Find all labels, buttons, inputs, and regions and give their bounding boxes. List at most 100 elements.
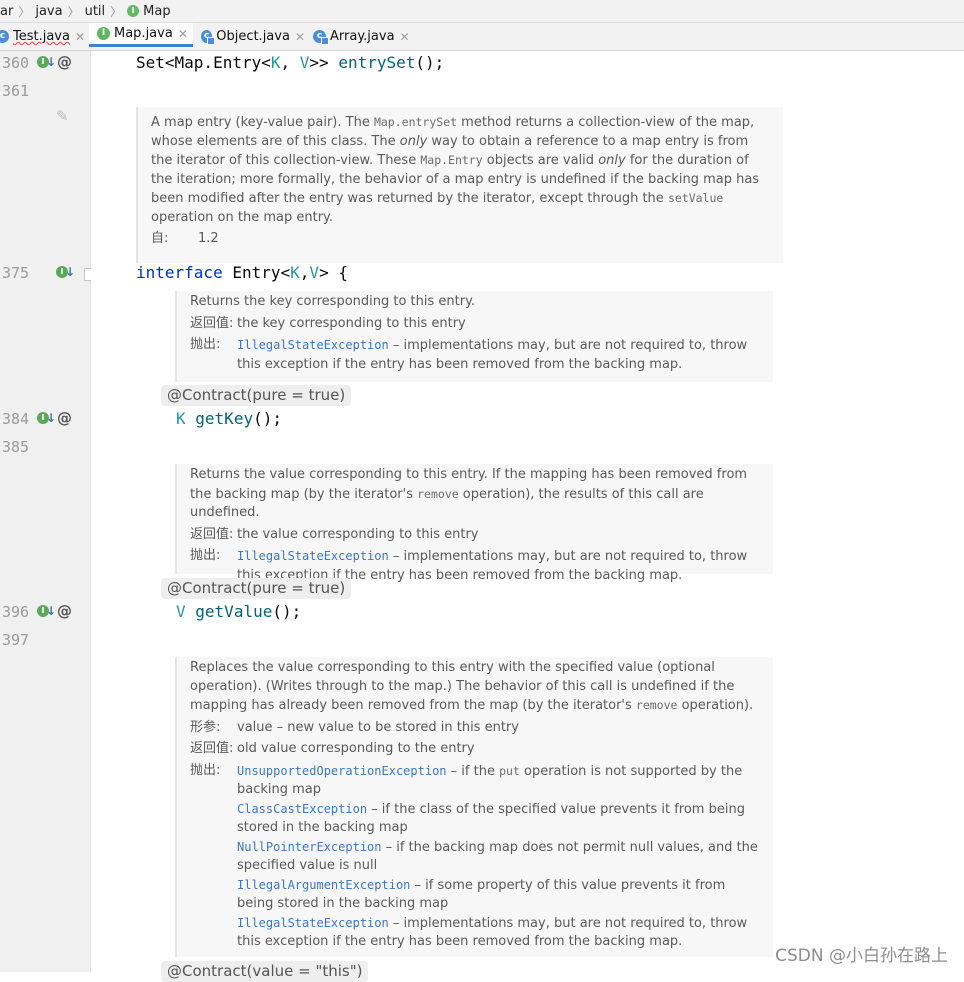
doc-description: Replaces the value corresponding to this… — [190, 659, 763, 716]
code-token: , — [280, 53, 300, 72]
breadcrumb-item[interactable]: java — [35, 4, 62, 19]
doc-tag-value: the key corresponding to this entry — [237, 315, 466, 331]
throws-entry: IllegalArgumentException – if some prope… — [237, 876, 763, 914]
breadcrumb-item[interactable]: ar — [0, 4, 13, 19]
tab-test-java[interactable]: c Test.java ✕ — [0, 23, 88, 50]
chevron-right-icon: 〉 — [67, 4, 80, 19]
code-line-interface-entry[interactable]: interface Entry<K,V> { — [136, 263, 348, 282]
doc-tag-value: value – new value to be stored in this e… — [237, 719, 519, 735]
throws-entry: UnsupportedOperationException – if the p… — [237, 762, 763, 800]
annotation-icon[interactable]: @ — [57, 602, 72, 620]
doc-code: setValue — [667, 191, 724, 205]
code-token: V — [309, 263, 320, 282]
interface-icon: I — [97, 27, 110, 40]
editor-tab-bar: c Test.java ✕ I Map.java ✕ c Object.java… — [0, 23, 964, 51]
class-icon: c — [0, 30, 9, 43]
tab-object-java[interactable]: c Object.java ✕ — [193, 23, 305, 50]
exception-link[interactable]: IllegalStateException — [237, 549, 389, 563]
code-line-getvalue[interactable]: V getValue(); — [176, 602, 301, 621]
code-token: interface — [136, 263, 223, 282]
code-token: K — [176, 409, 186, 428]
doc-tag: 返回值: — [190, 741, 234, 756]
doc-text: – if the — [446, 763, 500, 779]
tab-array-java[interactable]: c Array.java ✕ — [305, 23, 413, 50]
interface-icon: I — [127, 5, 140, 17]
exception-link[interactable]: IllegalStateException — [237, 338, 389, 352]
tab-label: Object.java — [216, 29, 290, 44]
code-line-entryset[interactable]: Set<Map.Entry<K, V>> entrySet(); — [136, 53, 444, 72]
code-line-getkey[interactable]: K getKey(); — [176, 409, 282, 428]
doc-description: Returns the value corresponding to this … — [190, 466, 763, 523]
exception-link[interactable]: NullPointerException — [237, 840, 382, 854]
library-class-icon: c — [313, 30, 329, 45]
throws-entry: NullPointerException – if the backing ma… — [237, 838, 763, 876]
javadoc-entry: A map entry (key-value pair). The Map.en… — [136, 107, 783, 263]
code-token: getValue — [195, 602, 273, 621]
tab-label: Test.java — [13, 29, 70, 44]
doc-emphasis: only — [598, 153, 626, 168]
line-number: 384 — [2, 410, 30, 428]
code-token: Entry< — [222, 263, 291, 282]
doc-return-row: 返回值: the key corresponding to this entry — [190, 315, 763, 334]
arrow-down-icon: ↓ — [46, 55, 57, 69]
line-number: 397 — [2, 631, 30, 649]
line-number: 396 — [2, 603, 30, 621]
line-number: 360 — [2, 54, 30, 72]
exception-link[interactable]: IllegalStateException — [237, 916, 389, 930]
code-token: K — [290, 263, 300, 282]
code-token: , — [299, 263, 310, 282]
doc-tag-value: IllegalStateException – implementations … — [237, 336, 763, 374]
doc-code: Map.Entry — [420, 153, 483, 167]
doc-throws-row: 抛出: UnsupportedOperationException – if t… — [190, 762, 763, 952]
exception-link[interactable]: UnsupportedOperationException — [237, 764, 447, 778]
javadoc-setvalue: Replaces the value corresponding to this… — [175, 657, 773, 957]
contract-annotation[interactable]: @Contract(pure = true) — [161, 578, 352, 599]
annotation-icon[interactable]: @ — [57, 409, 72, 427]
doc-throws-row: 抛出: IllegalStateException – implementatio… — [190, 336, 763, 374]
code-token: Set<Map.Entry< — [136, 53, 271, 72]
code-token: K — [270, 53, 281, 72]
doc-text: operation on the map entry. — [151, 209, 334, 225]
watermark: CSDN @小白孙在路上 — [775, 946, 948, 966]
tab-map-java[interactable]: I Map.java ✕ — [89, 23, 193, 47]
doc-tag-value: the value corresponding to this entry — [237, 526, 479, 542]
breadcrumb-item[interactable]: util — [85, 4, 106, 19]
close-icon[interactable]: ✕ — [295, 30, 305, 44]
doc-tag: 自: — [151, 231, 169, 246]
pencil-icon[interactable]: ✎ — [56, 107, 69, 125]
doc-tag-value: 1.2 — [198, 231, 219, 246]
doc-text: objects are valid — [482, 153, 599, 168]
javadoc-getkey: Returns the key corresponding to this en… — [175, 291, 773, 382]
javadoc-getvalue: Returns the value corresponding to this … — [175, 464, 773, 583]
close-icon[interactable]: ✕ — [400, 30, 410, 44]
code-token: V — [299, 53, 310, 72]
library-class-icon: c — [201, 30, 216, 45]
code-token: entrySet — [338, 53, 416, 72]
code-token: V — [176, 602, 186, 621]
close-icon[interactable]: ✕ — [178, 27, 188, 41]
doc-emphasis: only — [399, 133, 428, 149]
doc-code: Map.entrySet — [373, 115, 458, 129]
annotation-icon[interactable]: @ — [57, 53, 72, 71]
exception-link[interactable]: IllegalArgumentException — [237, 878, 410, 892]
exception-link[interactable]: ClassCastException — [237, 802, 367, 816]
code-editor[interactable]: Set<Map.Entry<K, V>> entrySet(); A map e… — [91, 51, 964, 982]
code-token: >> — [309, 53, 339, 72]
tab-label: Map.java — [114, 26, 173, 41]
code-token: (); — [415, 53, 445, 72]
breadcrumb-label: Map — [143, 3, 171, 19]
editor-gutter: 360 I ↓ @ 361 ✎ 375 I ↓ 384 I ↓ @ 385 39… — [0, 51, 95, 972]
doc-code: remove — [635, 698, 678, 712]
breadcrumb-label: java — [35, 3, 63, 19]
doc-since-row: 自: 1.2 — [151, 230, 773, 249]
close-icon[interactable]: ✕ — [75, 30, 85, 44]
arrow-down-icon: ↓ — [65, 265, 76, 279]
code-token: (); — [253, 409, 282, 428]
doc-text: operation). — [677, 698, 754, 713]
chevron-right-icon: 〉 — [18, 4, 31, 19]
doc-description: A map entry (key-value pair). The Map.en… — [151, 113, 773, 227]
contract-annotation[interactable]: @Contract(pure = true) — [161, 385, 352, 406]
breadcrumb-item[interactable]: I Map — [127, 3, 171, 19]
